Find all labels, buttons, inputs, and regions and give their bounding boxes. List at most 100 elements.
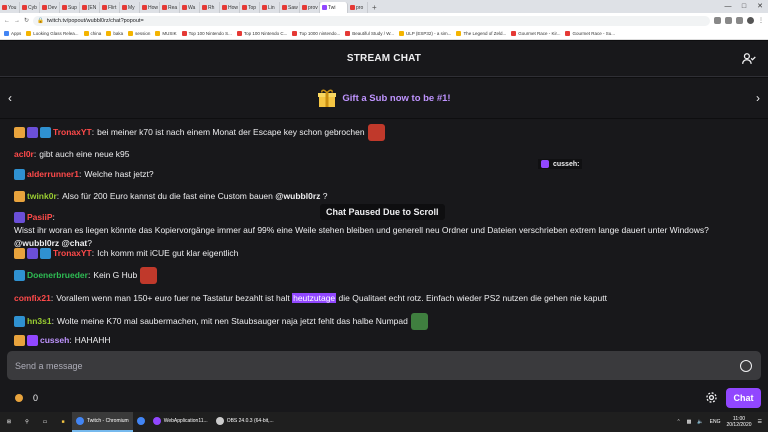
browser-tab[interactable]: Dev	[40, 2, 60, 13]
gift-sub-banner[interactable]: Gift a Sub now to be #1!	[0, 78, 768, 118]
new-tab-button[interactable]: +	[368, 2, 381, 13]
browser-tab[interactable]: How	[220, 2, 240, 13]
carousel-prev-icon[interactable]: ‹	[5, 92, 15, 104]
clock[interactable]: 11:00 20/12/2020	[726, 416, 751, 428]
chat-message-input[interactable]	[7, 351, 761, 380]
settings-gear-icon[interactable]	[705, 391, 718, 404]
bookmark-item[interactable]: Looking Glass Relea...	[26, 31, 79, 36]
chat-username[interactable]: comfix21	[14, 292, 51, 305]
profile-avatar-icon[interactable]	[747, 17, 754, 24]
browser-tab[interactable]: prov	[300, 2, 320, 13]
chat-emote-icon[interactable]	[140, 267, 158, 284]
chat-message[interactable]: TronaxYT: bei meiner k70 ist nach einem M…	[14, 124, 754, 141]
forward-icon[interactable]: →	[14, 18, 20, 24]
chat-message[interactable]: twink0r: Also für 200 Euro kannst du die …	[14, 190, 754, 203]
chat-message[interactable]: Doenerbrueder: Kein G Hub	[14, 267, 754, 284]
taskbar-app[interactable]: WebApplication11...	[149, 412, 212, 432]
browser-tab[interactable]: Rea	[160, 2, 180, 13]
chat-username[interactable]: cusseh	[40, 334, 69, 347]
extension-icon[interactable]	[736, 17, 743, 24]
chat-emote-icon[interactable]	[410, 313, 428, 330]
chat-message-list[interactable]: TronaxYT: bei meiner k70 ist nach einem M…	[0, 119, 768, 349]
browser-tab[interactable]: pro	[348, 2, 368, 13]
search-icon[interactable]: ⚲	[18, 412, 36, 432]
chat-message[interactable]: TronaxYT: Ich komm mit iCUE gut klar eige…	[14, 247, 754, 260]
prime-badge-icon[interactable]	[14, 335, 25, 346]
chat-message[interactable]: alderrunner1: Welche hast jetzt?	[14, 168, 754, 181]
chat-username[interactable]: Doenerbrueder	[27, 269, 88, 282]
language-indicator[interactable]: ENG	[710, 419, 721, 425]
browser-tab[interactable]: My	[120, 2, 140, 13]
bookmark-item[interactable]: baka	[106, 31, 123, 36]
browser-tab[interactable]: Twi	[320, 2, 348, 13]
bookmark-item[interactable]: session	[128, 31, 150, 36]
kebab-menu-icon[interactable]: ⋮	[758, 17, 764, 24]
gift-badge-icon[interactable]	[27, 335, 38, 346]
taskbar-app[interactable]: Twitch - Chromium	[72, 412, 133, 432]
bookmark-item[interactable]: Gourmet Race - Kir...	[511, 31, 560, 36]
browser-tab[interactable]: [EN	[80, 2, 100, 13]
browser-tab[interactable]: Saw	[280, 2, 300, 13]
crown-badge-icon[interactable]	[14, 316, 25, 327]
bookmark-item[interactable]: Top 100 Nintendo S...	[181, 31, 232, 36]
bookmark-item[interactable]: Top 100 Nintendo C...	[236, 31, 287, 36]
crown-badge-icon[interactable]	[14, 270, 25, 281]
browser-tab[interactable]: Cyb	[20, 2, 40, 13]
crown-badge-icon[interactable]	[40, 248, 51, 259]
bookmark-item[interactable]: Gourmet Race - Su...	[565, 31, 615, 36]
chat-message[interactable]: comfix21: Vorallem wenn man 150+ euro fue…	[14, 292, 754, 305]
chat-paused-notice[interactable]: Chat Paused Due to Scroll	[320, 204, 445, 220]
channel-points[interactable]: 0	[15, 393, 38, 403]
chat-username[interactable]: TronaxYT	[53, 247, 92, 260]
maximize-icon[interactable]: □	[736, 0, 752, 13]
chat-message[interactable]: hn3s1: Wolte meine K70 mal saubermachen, …	[14, 313, 754, 330]
file-explorer-icon[interactable]: ■	[54, 412, 72, 432]
send-chat-button[interactable]: Chat	[726, 388, 761, 408]
browser-tab[interactable]: Lin	[260, 2, 280, 13]
notifications-icon[interactable]: ☰	[758, 419, 762, 425]
bookmark-item[interactable]: The Legend of Zeld...	[456, 31, 506, 36]
volume-icon[interactable]: 🔈	[697, 419, 703, 425]
bookmark-item[interactable]: china	[83, 31, 101, 36]
chat-username[interactable]: TronaxYT	[53, 126, 92, 139]
bookmark-item[interactable]: MUSIK	[155, 31, 177, 36]
chat-message[interactable]: acl0r: gibt auch eine neue k95	[14, 148, 754, 161]
prime-badge-icon[interactable]	[14, 248, 25, 259]
chat-message[interactable]: cusseh: HAHAHH	[14, 334, 754, 347]
chat-username[interactable]: acl0r	[14, 148, 34, 161]
chat-mention[interactable]: @wubbl0rz	[275, 191, 320, 201]
browser-tab[interactable]: Sup	[60, 2, 80, 13]
bookmark-item[interactable]: Apps	[4, 31, 21, 36]
browser-tab[interactable]: Top	[240, 2, 260, 13]
url-omnibox[interactable]: 🔒 twitch.tv/popout/wubbl0rz/chat?popout=	[33, 15, 710, 26]
carousel-next-icon[interactable]: ›	[753, 92, 763, 104]
chat-username[interactable]: twink0r	[27, 190, 57, 203]
task-view-icon[interactable]: ▭	[36, 412, 54, 432]
network-icon[interactable]: ▩	[687, 419, 692, 425]
sub-badge-icon[interactable]	[14, 212, 25, 223]
bookmark-item[interactable]: Beautiful Study / W...	[345, 31, 394, 36]
minimize-icon[interactable]: —	[720, 0, 736, 13]
browser-tab[interactable]: You	[0, 2, 20, 13]
taskbar-app[interactable]	[133, 412, 149, 432]
tray-chevron-icon[interactable]: ⌃	[676, 419, 680, 425]
browser-tab[interactable]: How	[140, 2, 160, 13]
crown-badge-icon[interactable]	[40, 127, 51, 138]
sub-badge-icon[interactable]	[27, 127, 38, 138]
close-icon[interactable]: ✕	[752, 0, 768, 13]
browser-tab[interactable]: Rh	[200, 2, 220, 13]
prime-badge-icon[interactable]	[14, 127, 25, 138]
prime-badge-icon[interactable]	[14, 191, 25, 202]
browser-tab[interactable]: Wa	[180, 2, 200, 13]
sub-badge-icon[interactable]	[27, 248, 38, 259]
taskbar-app[interactable]: OBS 24.0.3 (64-bit,...	[212, 412, 278, 432]
chat-username[interactable]: hn3s1	[27, 315, 52, 328]
bookmark-item[interactable]: Top 1000 nintendo...	[292, 31, 340, 36]
crown-badge-icon[interactable]	[14, 169, 25, 180]
windows-start-icon[interactable]: ⊞	[0, 412, 18, 432]
reload-icon[interactable]: ↻	[24, 17, 29, 24]
community-users-icon[interactable]	[742, 52, 756, 66]
extension-icon[interactable]	[714, 17, 721, 24]
emote-picker-icon[interactable]	[740, 360, 752, 372]
chat-username[interactable]: PasiiP	[27, 211, 53, 224]
